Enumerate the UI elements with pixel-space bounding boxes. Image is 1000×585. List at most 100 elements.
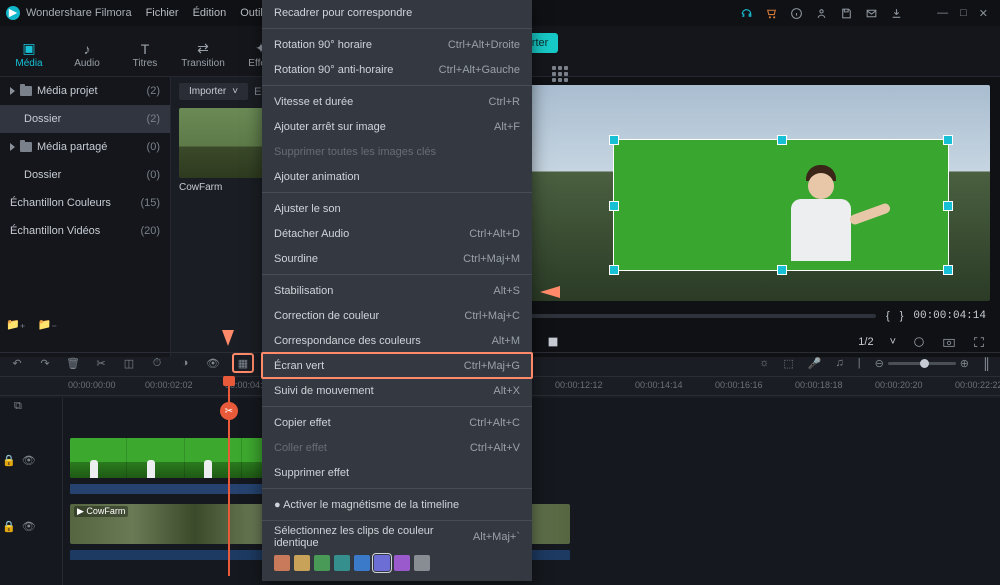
context-menu-item[interactable]: Rotation 90° anti-horaireCtrl+Alt+Gauche [262, 57, 532, 82]
context-menu-item[interactable]: SourdineCtrl+Maj+M [262, 246, 532, 271]
chevron-down-icon[interactable]: ˅ [890, 336, 896, 348]
context-menu-item[interactable]: Vitesse et duréeCtrl+R [262, 89, 532, 114]
playhead[interactable]: ✂ [228, 376, 230, 576]
mixer-icon[interactable]: ♫ [835, 357, 843, 369]
tab-titles[interactable]: TTitres [116, 34, 174, 69]
eye-icon[interactable]: 👁 [22, 520, 36, 533]
context-menu-item[interactable]: Ajouter arrêt sur imageAlt+F [262, 114, 532, 139]
chevron-down-icon: ˅ [232, 86, 238, 97]
color-swatch[interactable] [354, 555, 370, 571]
green-screen-tool[interactable]: ▦ [234, 355, 252, 371]
preview-video[interactable] [452, 85, 990, 301]
color-swatch[interactable] [294, 555, 310, 571]
fullscreen-icon[interactable] [972, 335, 986, 349]
delete-icon[interactable]: 🗑 [66, 356, 80, 370]
context-menu-item[interactable]: Ajouter animation [262, 164, 532, 189]
timeline-options-icon[interactable]: ∥ [983, 355, 990, 372]
zoom-out-icon[interactable]: ⊖ [875, 357, 884, 370]
color-swatch[interactable] [374, 555, 390, 571]
context-menu-item[interactable]: Correction de couleurCtrl+Maj+C [262, 303, 532, 328]
context-menu-item: Supprimer toutes les images clés [262, 139, 532, 164]
color-swatch[interactable] [394, 555, 410, 571]
context-menu-item[interactable]: Copier effetCtrl+Alt+C [262, 410, 532, 435]
track-head: 🔒👁 [2, 504, 58, 548]
color-swatch[interactable] [314, 555, 330, 571]
sidebar-footer: 📁₊ 📁₋ [6, 318, 57, 331]
download-icon[interactable] [890, 7, 903, 20]
context-menu-item[interactable]: Rotation 90° horaireCtrl+Alt+Droite [262, 32, 532, 57]
ruler-tick: 00:00:00:00 [68, 380, 116, 390]
cart-icon[interactable] [765, 7, 778, 20]
window-max[interactable]: □ [960, 7, 967, 19]
mail-icon[interactable] [865, 7, 878, 20]
sidebar-item-folder[interactable]: Dossier(2) [0, 105, 170, 133]
lock-icon[interactable]: 🔒 [2, 520, 16, 533]
menu-file[interactable]: Fichier [146, 7, 179, 19]
green-screen-overlay[interactable] [613, 139, 949, 271]
import-dropdown[interactable]: Importer˅ [179, 83, 248, 100]
window-min[interactable]: — [937, 7, 948, 19]
tab-transition[interactable]: ⇄Transition [174, 34, 232, 69]
ruler-tick: 00:00:14:14 [635, 380, 683, 390]
context-menu-item[interactable]: Recadrer pour correspondre [262, 0, 532, 25]
menu-edit[interactable]: Édition [193, 7, 227, 19]
redo-icon[interactable]: ↷ [38, 356, 52, 370]
camera-icon[interactable] [942, 335, 956, 349]
undo-icon[interactable]: ↶ [10, 356, 24, 370]
resize-handle[interactable] [943, 135, 953, 145]
resize-handle[interactable] [777, 135, 787, 145]
context-menu-item[interactable]: Ajuster le son [262, 196, 532, 221]
record-icon[interactable]: ⬚ [783, 357, 793, 370]
sidebar-item-shared[interactable]: Média partagé(0) [0, 133, 170, 161]
scissors-icon[interactable]: ✂ [220, 402, 238, 420]
ruler-tick: 00:00:12:12 [555, 380, 603, 390]
grid-view-button[interactable] [552, 66, 570, 84]
resize-handle[interactable] [609, 135, 619, 145]
color-swatch[interactable] [334, 555, 350, 571]
user-icon[interactable] [815, 7, 828, 20]
context-menu-item[interactable]: Suivi de mouvementAlt+X [262, 378, 532, 403]
speed-icon[interactable]: ⏱ [150, 356, 164, 370]
snap-icon[interactable]: ⧉ [14, 400, 32, 418]
sidebar-item-folder2[interactable]: Dossier(0) [0, 161, 170, 189]
mark-out[interactable]: } [900, 310, 904, 322]
resize-handle[interactable] [609, 265, 619, 275]
headset-icon[interactable] [740, 7, 753, 20]
resize-handle[interactable] [609, 201, 619, 211]
eye-icon[interactable]: 👁 [22, 454, 36, 467]
new-folder-icon[interactable]: 📁₊ [6, 318, 26, 331]
marker-icon[interactable]: ☼ [759, 357, 769, 369]
delete-folder-icon[interactable]: 📁₋ [38, 318, 58, 331]
resize-handle[interactable] [943, 265, 953, 275]
tab-media[interactable]: ▣Média [0, 34, 58, 69]
capture-icon[interactable] [912, 335, 926, 349]
context-menu-item[interactable]: ● Activer le magnétisme de la timeline [262, 492, 532, 517]
sidebar-item-project[interactable]: Média projet(2) [0, 77, 170, 105]
stop-icon[interactable] [546, 335, 560, 349]
color-swatch[interactable] [274, 555, 290, 571]
eye-icon[interactable]: 👁 [206, 356, 220, 370]
context-menu-item[interactable]: Détacher AudioCtrl+Alt+D [262, 221, 532, 246]
sidebar-item-sample-videos[interactable]: Échantillon Vidéos(20) [0, 217, 170, 245]
zoom-in-icon[interactable]: ⊕ [960, 357, 969, 370]
context-menu-item[interactable]: Correspondance des couleursAlt+M [262, 328, 532, 353]
context-menu-item[interactable]: StabilisationAlt+S [262, 278, 532, 303]
context-menu-item[interactable]: Écran vertCtrl+Maj+G [262, 353, 532, 378]
tab-audio[interactable]: ♪Audio [58, 34, 116, 69]
info-icon[interactable] [790, 7, 803, 20]
mic-icon[interactable]: 🎤 [808, 357, 822, 370]
color-swatch[interactable] [414, 555, 430, 571]
context-menu-item[interactable]: Supprimer effet [262, 460, 532, 485]
window-close[interactable]: ✕ [979, 7, 988, 20]
lock-icon[interactable]: 🔒 [2, 454, 16, 467]
timeline-zoom[interactable]: ⊖⊕ [875, 357, 969, 370]
crop-icon[interactable]: ◫ [122, 356, 136, 370]
person-figure [761, 165, 881, 270]
save-icon[interactable] [840, 7, 853, 20]
context-menu-item[interactable]: Sélectionnez les clips de couleur identi… [262, 524, 532, 549]
cut-icon[interactable]: ✂ [94, 356, 108, 370]
resize-handle[interactable] [943, 201, 953, 211]
color-icon[interactable]: ◑ [178, 356, 192, 370]
sidebar-item-sample-colors[interactable]: Échantillon Couleurs(15) [0, 189, 170, 217]
mark-in[interactable]: { [886, 310, 890, 322]
